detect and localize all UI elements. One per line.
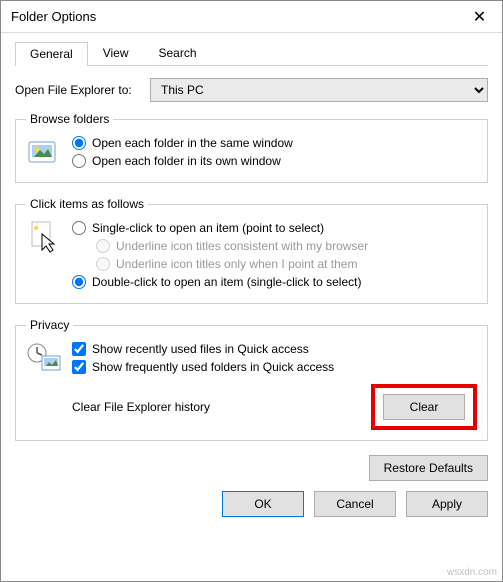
- radio-underline-browser-input: [96, 239, 110, 253]
- radio-underline-browser-label: Underline icon titles consistent with my…: [116, 239, 368, 253]
- clear-history-label: Clear File Explorer history: [72, 400, 210, 414]
- radio-underline-browser: Underline icon titles consistent with my…: [96, 239, 477, 253]
- dialog-footer: OK Cancel Apply: [1, 491, 502, 525]
- radio-own-window[interactable]: Open each folder in its own window: [72, 154, 477, 168]
- window-title: Folder Options: [11, 9, 96, 24]
- browse-folders-icon: [26, 134, 62, 170]
- radio-underline-point-label: Underline icon titles only when I point …: [116, 257, 357, 271]
- close-button[interactable]: ✕: [457, 2, 502, 32]
- radio-underline-point: Underline icon titles only when I point …: [96, 257, 477, 271]
- open-to-label: Open File Explorer to:: [15, 83, 150, 97]
- check-recent-files[interactable]: Show recently used files in Quick access: [72, 342, 477, 356]
- ok-button[interactable]: OK: [222, 491, 304, 517]
- click-items-legend: Click items as follows: [26, 197, 148, 211]
- apply-button[interactable]: Apply: [406, 491, 488, 517]
- click-items-group: Click items as follows Single-click to o…: [15, 197, 488, 304]
- radio-same-window-label: Open each folder in the same window: [92, 136, 293, 150]
- radio-double-click-input[interactable]: [72, 275, 86, 289]
- cancel-button[interactable]: Cancel: [314, 491, 396, 517]
- radio-own-window-label: Open each folder in its own window: [92, 154, 281, 168]
- radio-single-click-label: Single-click to open an item (point to s…: [92, 221, 324, 235]
- click-items-icon: [26, 219, 62, 255]
- clear-button[interactable]: Clear: [383, 394, 465, 420]
- radio-underline-point-input: [96, 257, 110, 271]
- open-to-combo[interactable]: This PC: [150, 78, 488, 102]
- radio-same-window-input[interactable]: [72, 136, 86, 150]
- restore-defaults-button[interactable]: Restore Defaults: [369, 455, 488, 481]
- tab-search[interactable]: Search: [144, 41, 212, 65]
- dialog-content: General View Search Open File Explorer t…: [1, 33, 502, 491]
- close-icon: ✕: [473, 7, 486, 27]
- titlebar: Folder Options ✕: [1, 1, 502, 33]
- tab-general[interactable]: General: [15, 42, 88, 66]
- watermark: wsxdn.com: [447, 567, 497, 578]
- check-recent-files-input[interactable]: [72, 342, 86, 356]
- check-recent-files-label: Show recently used files in Quick access: [92, 342, 309, 356]
- check-frequent-folders-input[interactable]: [72, 360, 86, 374]
- radio-single-click-input[interactable]: [72, 221, 86, 235]
- privacy-group: Privacy Show recently used files in Quic…: [15, 318, 488, 441]
- check-frequent-folders[interactable]: Show frequently used folders in Quick ac…: [72, 360, 477, 374]
- radio-double-click-label: Double-click to open an item (single-cli…: [92, 275, 361, 289]
- tab-strip: General View Search: [15, 41, 488, 66]
- radio-single-click[interactable]: Single-click to open an item (point to s…: [72, 221, 477, 235]
- clear-highlight: Clear: [371, 384, 477, 430]
- radio-same-window[interactable]: Open each folder in the same window: [72, 136, 477, 150]
- privacy-legend: Privacy: [26, 318, 73, 332]
- open-to-row: Open File Explorer to: This PC: [15, 78, 488, 102]
- tab-view[interactable]: View: [88, 41, 144, 65]
- browse-folders-legend: Browse folders: [26, 112, 113, 126]
- browse-folders-group: Browse folders Open each folder in the s…: [15, 112, 488, 183]
- check-frequent-folders-label: Show frequently used folders in Quick ac…: [92, 360, 334, 374]
- privacy-icon: [26, 340, 62, 376]
- radio-own-window-input[interactable]: [72, 154, 86, 168]
- radio-double-click[interactable]: Double-click to open an item (single-cli…: [72, 275, 477, 289]
